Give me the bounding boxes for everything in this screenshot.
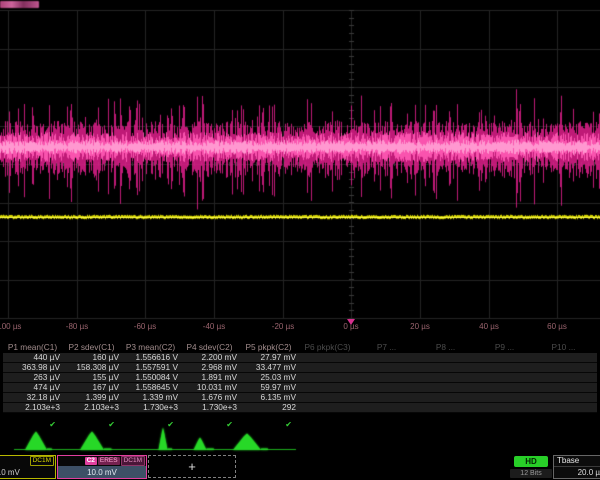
measurement-value: 1.676 mV <box>180 393 239 402</box>
measurement-value <box>416 403 475 412</box>
measurement-value <box>534 393 593 402</box>
measurement-value: 2.103e+3 <box>3 403 62 412</box>
time-axis-label: -80 µs <box>66 322 88 331</box>
measurement-value <box>357 353 416 362</box>
hd-mode-badge: HD <box>514 456 548 467</box>
c2-trace-annotation-label <box>0 1 39 8</box>
measurement-value <box>416 373 475 382</box>
measurement-value <box>298 353 357 362</box>
time-axis-label: 20 µs <box>410 322 430 331</box>
measurement-value <box>475 363 534 372</box>
measurement-value: 1.558645 V <box>121 383 180 392</box>
measurement-value: 59.97 mV <box>239 383 298 392</box>
measurement-value: 1.557591 V <box>121 363 180 372</box>
channel-descriptor-c1[interactable]: DC1M 10.0 mV <box>0 455 56 479</box>
measurement-value <box>534 403 593 412</box>
measurement-value <box>298 393 357 402</box>
measurement-value: 1.891 mV <box>180 373 239 382</box>
measurement-value: 1.550084 V <box>121 373 180 382</box>
measurement-value <box>416 393 475 402</box>
measurement-value <box>357 383 416 392</box>
measurement-value <box>475 373 534 382</box>
trigger-time-marker[interactable] <box>347 319 355 325</box>
measurement-value <box>475 383 534 392</box>
plus-icon: + <box>188 459 196 474</box>
measurement-header-p6[interactable]: P6 pkpk(C3) <box>298 342 357 353</box>
time-axis-label: 40 µs <box>479 322 499 331</box>
measurement-table: P1 mean(C1)P2 sdev(C1)P3 mean(C2)P4 sdev… <box>3 342 597 429</box>
time-axis: -100 µs-80 µs-60 µs-40 µs-20 µs0 µs20 µs… <box>0 319 600 334</box>
waveform-display[interactable] <box>0 0 600 320</box>
measurement-value <box>534 383 593 392</box>
measurement-value: 25.03 mV <box>239 373 298 382</box>
measurement-header-p9[interactable]: P9 ... <box>475 342 534 353</box>
measurement-row: 2.103e+32.103e+31.730e+31.730e+3292 <box>3 403 597 413</box>
measurement-value <box>534 363 593 372</box>
time-axis-label: -100 µs <box>0 322 21 331</box>
time-axis-label: 60 µs <box>547 322 567 331</box>
measurement-value <box>357 403 416 412</box>
measurement-value <box>475 353 534 362</box>
measurement-value <box>475 403 534 412</box>
measurement-value <box>416 383 475 392</box>
measurement-header-p8[interactable]: P8 ... <box>416 342 475 353</box>
measurement-value <box>298 373 357 382</box>
channel-descriptor-c2[interactable]: C2 ERES DC1M 10.0 mV <box>57 455 147 479</box>
time-axis-label: -40 µs <box>203 322 225 331</box>
measurement-value: 263 µV <box>3 373 62 382</box>
measurement-value: 292 <box>239 403 298 412</box>
measurement-value <box>357 373 416 382</box>
measurement-value <box>357 393 416 402</box>
measurement-value: 27.97 mV <box>239 353 298 362</box>
measurement-value: 363.98 µV <box>3 363 62 372</box>
measurement-value <box>416 363 475 372</box>
measurement-value: 6.135 mV <box>239 393 298 402</box>
measurement-header-p7[interactable]: P7 ... <box>357 342 416 353</box>
measurement-value: 474 µV <box>3 383 62 392</box>
measurement-value: 32.18 µV <box>3 393 62 402</box>
time-axis-label: -60 µs <box>134 322 156 331</box>
c2-eres-badge: ERES <box>98 457 120 465</box>
c1-coupling-badge: DC1M <box>30 456 54 466</box>
measurement-value: 1.556616 V <box>121 353 180 362</box>
measurement-value: 160 µV <box>62 353 121 362</box>
c1-vdiv-value: 10.0 mV <box>0 466 55 478</box>
measurement-value <box>298 383 357 392</box>
measurement-value: 2.103e+3 <box>62 403 121 412</box>
measurement-value: 158.308 µV <box>62 363 121 372</box>
measurement-value: 1.730e+3 <box>121 403 180 412</box>
measurement-value <box>475 393 534 402</box>
measurement-value <box>298 403 357 412</box>
measurement-value <box>298 363 357 372</box>
oscilloscope-screen: -100 µs-80 µs-60 µs-40 µs-20 µs0 µs20 µs… <box>0 0 600 480</box>
measurement-value: 1.339 mV <box>121 393 180 402</box>
measurement-value: 33.477 mV <box>239 363 298 372</box>
c2-coupling-badge: DC1M <box>121 456 145 466</box>
measurement-value <box>357 363 416 372</box>
timebase-descriptor[interactable]: Tbase 20.0 µs <box>553 455 600 479</box>
c2-channel-badge: C2 <box>85 457 97 465</box>
measurement-value <box>534 373 593 382</box>
c2-vdiv-value: 10.0 mV <box>58 466 146 478</box>
measurement-value: 2.200 mV <box>180 353 239 362</box>
measurement-header-p10[interactable]: P10 ... <box>534 342 593 353</box>
measurement-value <box>416 353 475 362</box>
time-axis-label: -20 µs <box>272 322 294 331</box>
measurement-value: 1.399 µV <box>62 393 121 402</box>
measurement-value: 2.968 mV <box>180 363 239 372</box>
timebase-title: Tbase <box>554 456 600 467</box>
measurement-value: 155 µV <box>62 373 121 382</box>
measurement-value <box>534 353 593 362</box>
measurement-histicon-strip <box>0 426 600 452</box>
timebase-value: 20.0 µs <box>554 467 600 478</box>
bottom-toolbar: DC1M 10.0 mV C2 ERES DC1M 10.0 mV + HD 1… <box>0 454 600 480</box>
measurement-value: 440 µV <box>3 353 62 362</box>
hd-bits-label: 12 Bits <box>510 469 552 478</box>
add-trace-button[interactable]: + <box>148 455 236 478</box>
measurement-value: 10.031 mV <box>180 383 239 392</box>
measurement-value: 167 µV <box>62 383 121 392</box>
measurement-value: 1.730e+3 <box>180 403 239 412</box>
